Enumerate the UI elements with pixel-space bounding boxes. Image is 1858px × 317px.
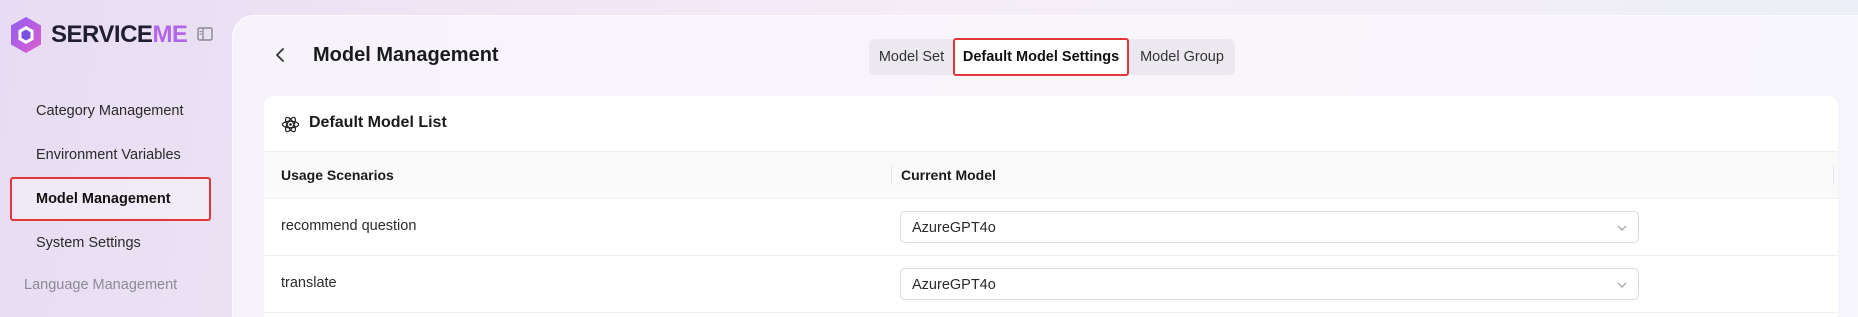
card-title: Default Model List bbox=[309, 114, 447, 131]
sidebar-item-label: System Settings bbox=[36, 235, 141, 251]
sidebar-collapse-icon[interactable] bbox=[196, 25, 214, 43]
tab-model-group[interactable]: Model Group bbox=[1129, 39, 1235, 75]
tab-bar: Model Set Default Model Settings Model G… bbox=[869, 38, 1235, 76]
card-header: Default Model List bbox=[264, 96, 1838, 152]
back-arrow-icon[interactable] bbox=[272, 46, 290, 64]
table-row: translate AzureGPT4o bbox=[264, 256, 1838, 313]
sidebar-item-label: Environment Variables bbox=[36, 147, 181, 163]
table-row: recommend question AzureGPT4o bbox=[264, 199, 1838, 256]
atom-icon bbox=[281, 116, 300, 133]
sidebar-item-label: Category Management bbox=[36, 103, 184, 119]
logo-icon bbox=[11, 17, 41, 53]
sidebar-item-model-management[interactable]: Model Management bbox=[10, 177, 211, 221]
current-model-select[interactable]: AzureGPT4o bbox=[900, 211, 1639, 243]
chevron-down-icon bbox=[1617, 282, 1627, 288]
table-header: Usage Scenarios Current Model bbox=[264, 152, 1838, 199]
logo[interactable]: SERVICEME bbox=[8, 15, 188, 55]
tab-model-set[interactable]: Model Set bbox=[869, 39, 954, 75]
brand-name: SERVICEME bbox=[51, 21, 188, 48]
chevron-down-icon bbox=[1617, 225, 1627, 231]
sidebar-section-language-management[interactable]: Language Management bbox=[24, 277, 177, 293]
sidebar: SERVICEME Category Management Environmen… bbox=[0, 0, 232, 317]
column-header-current-model: Current Model bbox=[901, 167, 996, 183]
column-divider[interactable] bbox=[891, 165, 892, 185]
sidebar-item-label: Model Management bbox=[36, 191, 171, 207]
column-header-usage-scenarios: Usage Scenarios bbox=[281, 167, 394, 183]
current-model-select[interactable]: AzureGPT4o bbox=[900, 268, 1639, 300]
tab-default-model-settings[interactable]: Default Model Settings bbox=[953, 38, 1129, 76]
usage-scenario-cell: translate bbox=[281, 275, 337, 291]
sidebar-item-category-management[interactable]: Category Management bbox=[10, 89, 211, 133]
column-divider[interactable] bbox=[1833, 165, 1834, 185]
selected-model: AzureGPT4o bbox=[912, 220, 996, 236]
default-model-list-card: Default Model List Usage Scenarios Curre… bbox=[264, 96, 1838, 317]
selected-model: AzureGPT4o bbox=[912, 277, 996, 293]
sidebar-item-environment-variables[interactable]: Environment Variables bbox=[10, 133, 211, 177]
page-title: Model Management bbox=[313, 44, 499, 66]
usage-scenario-cell: recommend question bbox=[281, 218, 417, 234]
sidebar-item-system-settings[interactable]: System Settings bbox=[10, 221, 211, 265]
